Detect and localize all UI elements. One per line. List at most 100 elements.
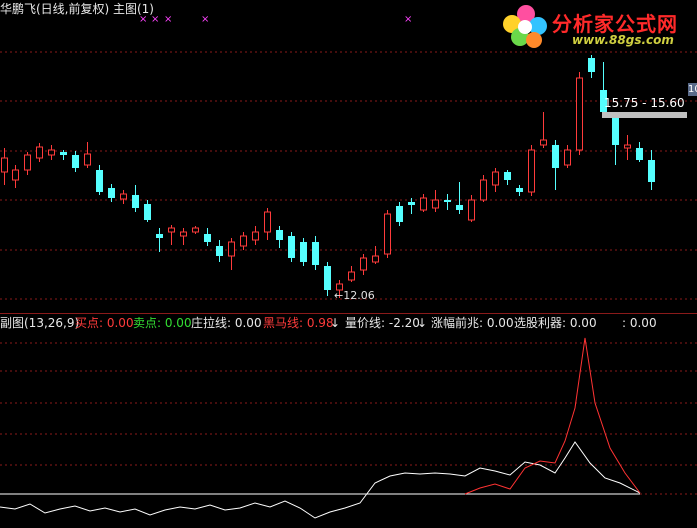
candle-down — [132, 185, 139, 212]
signal-marker: × — [201, 14, 209, 25]
candle-down — [504, 170, 511, 185]
candle-body — [396, 206, 403, 222]
candle-body — [168, 227, 175, 233]
candle-body — [480, 179, 487, 201]
candle-body — [108, 188, 115, 198]
candle-up — [192, 226, 199, 234]
candle-down — [312, 236, 319, 270]
candle-body — [492, 171, 499, 186]
candle-body — [120, 193, 127, 200]
candle-body — [372, 255, 379, 263]
candle-body — [636, 148, 643, 160]
candle-body — [288, 236, 295, 258]
candle-body — [156, 234, 163, 238]
candle-up — [228, 238, 235, 270]
candle-up — [564, 145, 571, 168]
candle-body — [24, 154, 31, 171]
candle-body — [228, 241, 235, 257]
candle-up — [36, 143, 43, 162]
price-range-label: 15.75 - 15.60 — [604, 96, 685, 110]
candle-body — [36, 146, 43, 159]
white-indicator-line — [0, 441, 641, 519]
candle-body — [612, 118, 619, 145]
candle-body — [564, 149, 571, 166]
candle-body — [504, 172, 511, 180]
candle-body — [468, 199, 475, 221]
candle-down — [276, 226, 283, 248]
candle-body — [552, 145, 559, 168]
candle-up — [168, 225, 175, 245]
candle-down — [300, 238, 307, 266]
candle-body — [432, 199, 439, 209]
candle-up — [576, 72, 583, 155]
signal-marker: × — [164, 14, 172, 25]
candle-down — [636, 142, 643, 162]
candle-up — [468, 195, 475, 222]
candle-body — [540, 139, 547, 146]
stock-chart-window: × × × × × 华鹏飞(日线,前复权) 主图(1) 分析家公式网 www.88gs.… — [0, 0, 697, 528]
candle-up — [252, 226, 259, 245]
candle-up — [48, 145, 55, 160]
candle-body — [204, 234, 211, 242]
candle-body — [48, 149, 55, 156]
candle-body — [312, 242, 319, 265]
indicator-subchart[interactable] — [0, 313, 697, 528]
candle-body — [72, 155, 79, 168]
candle-up — [120, 190, 127, 204]
candle-up — [264, 208, 271, 240]
candle-body — [96, 170, 103, 192]
chart-title: 华鹏飞(日线,前复权) 主图(1) — [0, 2, 154, 16]
candle-body — [192, 227, 199, 233]
candle-down — [216, 240, 223, 262]
candle-body — [180, 231, 187, 237]
candle-up — [240, 232, 247, 250]
axis-edge-tag: 10 — [688, 83, 697, 96]
candle-up — [624, 135, 631, 160]
candle-down — [456, 182, 463, 214]
candle-down — [144, 200, 151, 222]
candle-down — [72, 151, 79, 172]
candle-down — [612, 112, 619, 165]
candle-body — [216, 246, 223, 256]
candle-down — [588, 55, 595, 78]
candle-down — [288, 232, 295, 262]
candle-down — [552, 140, 559, 190]
candle-body — [84, 153, 91, 166]
candle-body — [324, 266, 331, 290]
candle-body — [624, 144, 631, 149]
candle-body — [420, 197, 427, 211]
candle-body — [240, 235, 247, 247]
price-range-bar — [602, 112, 687, 118]
candle-down — [204, 228, 211, 246]
candle-body — [60, 152, 67, 155]
candle-body — [648, 160, 655, 182]
candle-body — [444, 200, 451, 202]
candle-body — [384, 213, 391, 255]
candle-body — [276, 230, 283, 240]
candle-body — [300, 242, 307, 262]
candle-up — [384, 210, 391, 258]
candle-up — [420, 194, 427, 212]
candle-up — [492, 168, 499, 192]
candle-up — [1, 148, 8, 185]
candle-up — [180, 228, 187, 245]
candle-down — [648, 150, 655, 190]
candle-up — [540, 112, 547, 148]
candle-up — [348, 266, 355, 282]
candle-down — [408, 198, 415, 214]
candle-body — [12, 169, 19, 181]
candle-up — [372, 246, 379, 264]
candle-down — [516, 185, 523, 196]
candle-body — [456, 205, 463, 210]
candle-up — [480, 175, 487, 202]
candle-body — [348, 271, 355, 281]
candle-up — [360, 254, 367, 275]
logo-url[interactable]: www.88gs.com — [572, 33, 674, 47]
candle-body — [576, 77, 583, 151]
signal-marker: × — [404, 14, 412, 25]
flower-icon — [503, 5, 547, 48]
candle-body — [588, 58, 595, 72]
candle-body — [408, 202, 415, 205]
candle-body — [360, 257, 367, 271]
candle-up — [432, 190, 439, 212]
